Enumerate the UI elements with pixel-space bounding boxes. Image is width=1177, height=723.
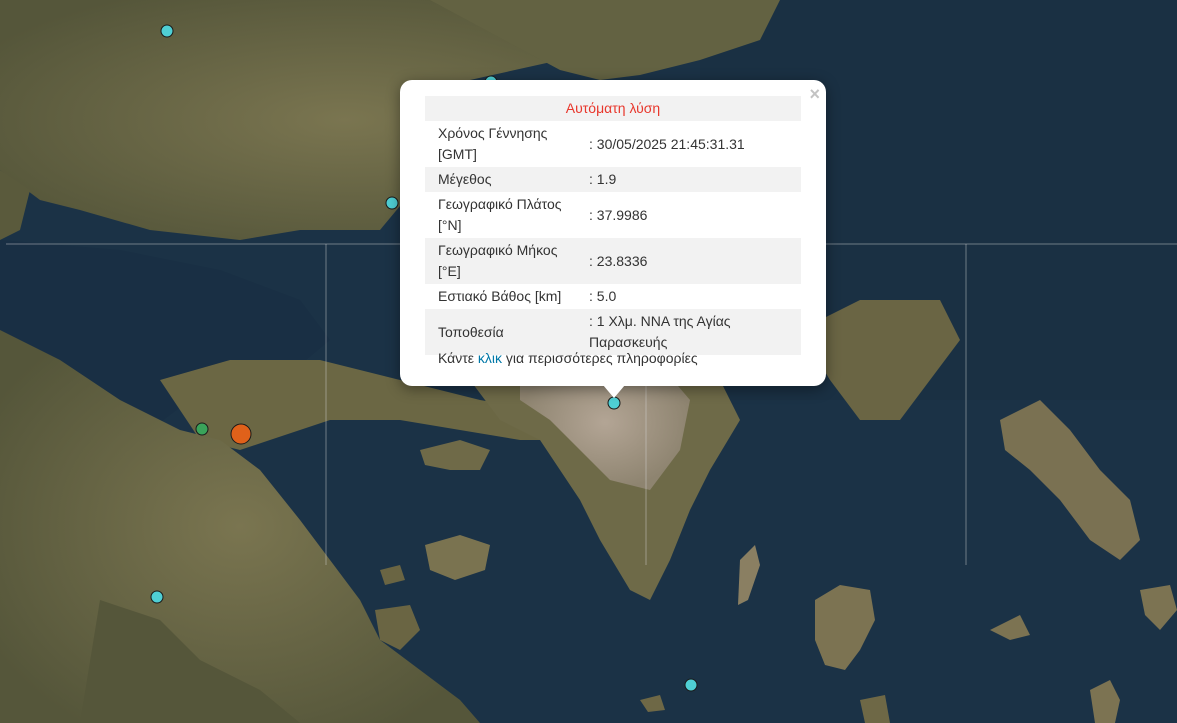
- earthquake-marker-cyan[interactable]: [385, 196, 399, 210]
- detail-label: Γεωγραφικό Μήκος [°E]: [425, 238, 583, 284]
- more-info-prefix: Κάντε: [438, 350, 478, 366]
- popup-tip: [603, 385, 625, 398]
- more-info-suffix: για περισσότερες πληροφορίες: [502, 350, 698, 366]
- earthquake-info-popup: × Αυτόματη λύση Χρόνος Γέννησης [GMT] : …: [400, 80, 826, 386]
- earthquake-marker-cyan-selected[interactable]: [607, 396, 621, 410]
- detail-label: Εστιακό Βάθος [km]: [438, 288, 562, 304]
- more-info-link[interactable]: κλικ: [478, 350, 502, 366]
- detail-row-latitude: Γεωγραφικό Πλάτος [°N] : 37.9986: [425, 192, 801, 238]
- earthquake-details-table: Αυτόματη λύση Χρόνος Γέννησης [GMT] : 30…: [425, 96, 801, 355]
- detail-label: Χρόνος Γέννησης [GMT]: [438, 125, 548, 162]
- detail-label: Γεωγραφικό Πλάτος [°N]: [438, 196, 562, 233]
- detail-value: : 1.9: [583, 167, 801, 192]
- more-info-text: Κάντε κλικ για περισσότερες πληροφορίες: [438, 348, 698, 368]
- detail-row-longitude: Γεωγραφικό Μήκος [°E] : 23.8336: [425, 238, 801, 284]
- popup-title: Αυτόματη λύση: [425, 96, 801, 121]
- detail-value: : 23.8336: [583, 238, 801, 284]
- earthquake-marker-orange[interactable]: [230, 423, 252, 445]
- close-icon[interactable]: ×: [809, 84, 820, 104]
- detail-row-depth: Εστιακό Βάθος [km] : 5.0: [425, 284, 801, 309]
- earthquake-marker-cyan[interactable]: [160, 24, 174, 38]
- earthquake-marker-cyan[interactable]: [150, 590, 164, 604]
- detail-row-magnitude: Μέγεθος : 1.9: [425, 167, 801, 192]
- detail-label: Μέγεθος: [425, 167, 583, 192]
- earthquake-marker-cyan[interactable]: [684, 678, 698, 692]
- earthquake-marker-green[interactable]: [195, 422, 209, 436]
- detail-row-origin-time: Χρόνος Γέννησης [GMT] : 30/05/2025 21:45…: [425, 121, 801, 167]
- detail-value: : 30/05/2025 21:45:31.31: [589, 135, 745, 152]
- detail-value: : 37.9986: [589, 206, 648, 223]
- detail-value: : 5.0: [589, 288, 617, 304]
